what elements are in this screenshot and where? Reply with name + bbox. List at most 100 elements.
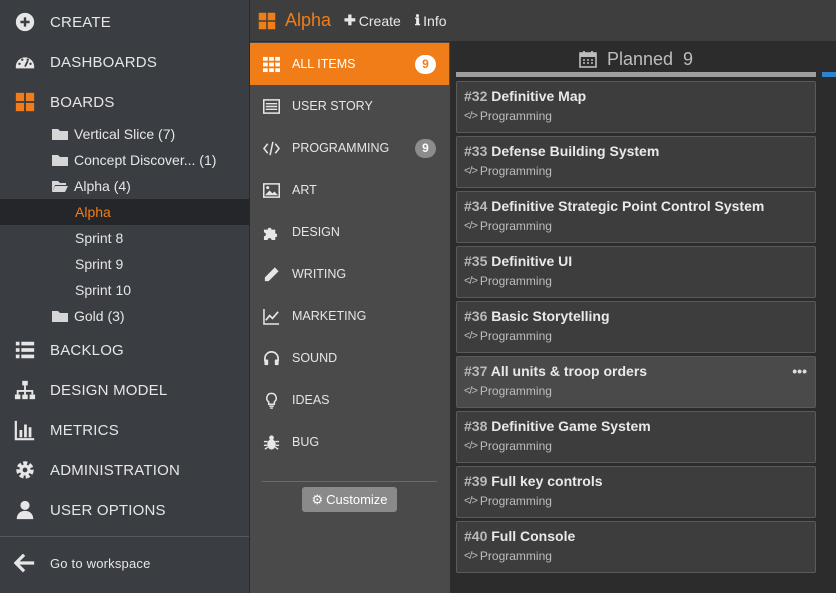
card-number: #40 bbox=[464, 528, 488, 544]
tree-item-concept-discover[interactable]: Concept Discover... (1) bbox=[0, 147, 249, 173]
code-icon: </> bbox=[464, 550, 478, 562]
card-tag: </> Programming bbox=[464, 494, 808, 508]
card-number: #33 bbox=[464, 143, 488, 159]
nav-backlog[interactable]: BACKLOG bbox=[0, 330, 249, 370]
card-number: #34 bbox=[464, 198, 488, 214]
category-design[interactable]: DESIGN bbox=[250, 211, 449, 253]
card-number: #39 bbox=[464, 473, 488, 489]
card-title-text: Defense Building System bbox=[491, 143, 660, 159]
nav-user-options[interactable]: USER OPTIONS bbox=[0, 490, 249, 530]
category-user-story[interactable]: USER STORY bbox=[250, 85, 449, 127]
code-icon: </> bbox=[464, 165, 478, 177]
boards-grid-icon bbox=[0, 91, 50, 113]
headphones-icon bbox=[250, 350, 292, 367]
customize-button[interactable]: ⚙ Customize bbox=[302, 487, 397, 512]
tree-item-alpha-folder[interactable]: Alpha (4) bbox=[0, 173, 249, 199]
create-label: Create bbox=[358, 12, 401, 29]
task-card[interactable]: #32 Definitive Map </> Programming bbox=[456, 81, 816, 133]
tree-item-label: Concept Discover... (1) bbox=[74, 152, 217, 168]
list-icon bbox=[0, 339, 50, 361]
card-number: #35 bbox=[464, 253, 488, 269]
card-title: #40 Full Console bbox=[464, 528, 808, 544]
nav-dashboards-label: DASHBOARDS bbox=[50, 53, 158, 71]
nav-backlog-label: BACKLOG bbox=[50, 341, 124, 359]
category-label: DESIGN bbox=[292, 225, 340, 239]
task-card[interactable]: #33 Defense Building System </> Programmi… bbox=[456, 136, 816, 188]
column-title: Planned bbox=[606, 48, 674, 69]
more-options-icon[interactable]: ••• bbox=[792, 363, 807, 379]
category-sound[interactable]: SOUND bbox=[250, 337, 449, 379]
card-tag: </> Programming bbox=[464, 384, 808, 398]
nav-administration[interactable]: ADMINISTRATION bbox=[0, 450, 249, 490]
category-writing[interactable]: WRITING bbox=[250, 253, 449, 295]
column-status-bar bbox=[456, 72, 816, 77]
card-title: #35 Definitive UI bbox=[464, 253, 808, 269]
card-tag-label: Programming bbox=[479, 549, 552, 563]
bar-chart-icon bbox=[0, 419, 50, 441]
card-tag-label: Programming bbox=[479, 219, 552, 233]
category-all-items[interactable]: ALL ITEMS 9 bbox=[250, 43, 449, 85]
card-title-text: Basic Storytelling bbox=[491, 308, 610, 324]
card-tag-label: Programming bbox=[479, 109, 552, 123]
tree-item-label: Vertical Slice (7) bbox=[74, 126, 176, 142]
card-title-text: All units & troop orders bbox=[490, 363, 648, 379]
task-card[interactable]: #35 Definitive UI </> Programming bbox=[456, 246, 816, 298]
create-button[interactable]: ✚ Create bbox=[344, 12, 401, 29]
category-art[interactable]: ART bbox=[250, 169, 449, 211]
next-column-status-bar bbox=[822, 72, 836, 77]
task-card[interactable]: #37 All units & troop orders </> Programm… bbox=[456, 356, 816, 408]
folder-open-icon bbox=[52, 181, 68, 192]
puzzle-icon bbox=[250, 224, 292, 241]
task-card[interactable]: #34 Definitive Strategic Point Control S… bbox=[456, 191, 816, 243]
info-icon: ℹ bbox=[414, 12, 421, 29]
nav-design-model[interactable]: DESIGN MODEL bbox=[0, 370, 249, 410]
card-title: #34 Definitive Strategic Point Control S… bbox=[464, 198, 808, 214]
card-title: #32 Definitive Map bbox=[464, 88, 808, 104]
task-card[interactable]: #36 Basic Storytelling </> Programming bbox=[456, 301, 816, 353]
nav-boards[interactable]: BOARDS bbox=[0, 82, 249, 122]
code-icon: </> bbox=[464, 275, 478, 287]
nav-metrics[interactable]: METRICS bbox=[0, 410, 249, 450]
tree-item-sprint-8[interactable]: Sprint 8 bbox=[0, 225, 249, 251]
card-title: #37 All units & troop orders bbox=[464, 363, 808, 379]
category-ideas[interactable]: IDEAS bbox=[250, 379, 449, 421]
card-title: #39 Full key controls bbox=[464, 473, 808, 489]
category-label: MARKETING bbox=[292, 309, 367, 323]
task-card[interactable]: #40 Full Console </> Programming bbox=[456, 521, 816, 573]
card-number: #36 bbox=[464, 308, 488, 324]
card-tag-label: Programming bbox=[479, 274, 552, 288]
task-card[interactable]: #38 Definitive Game System </> Programmin… bbox=[456, 411, 816, 463]
card-title-text: Full Console bbox=[491, 528, 576, 544]
card-tag-label: Programming bbox=[479, 494, 552, 508]
nav-workspace-label: Go to workspace bbox=[50, 555, 151, 571]
category-bug[interactable]: BUG bbox=[250, 421, 449, 463]
category-label: SOUND bbox=[292, 351, 338, 365]
tree-item-alpha-board[interactable]: Alpha bbox=[0, 199, 249, 225]
plus-circle-icon bbox=[0, 11, 50, 33]
column-header-planned[interactable]: Planned 9 bbox=[456, 46, 816, 72]
tree-item-gold[interactable]: Gold (3) bbox=[0, 303, 249, 329]
column-count: 9 bbox=[683, 48, 694, 69]
card-number: #32 bbox=[464, 88, 488, 104]
gear-icon: ⚙ bbox=[311, 491, 324, 507]
category-marketing[interactable]: MARKETING bbox=[250, 295, 449, 337]
folder-icon bbox=[52, 311, 68, 322]
card-title: #38 Definitive Game System bbox=[464, 418, 808, 434]
nav-administration-label: ADMINISTRATION bbox=[50, 461, 181, 479]
tree-item-sprint-9[interactable]: Sprint 9 bbox=[0, 251, 249, 277]
category-label: PROGRAMMING bbox=[292, 141, 390, 155]
nav-create[interactable]: CREATE bbox=[0, 2, 249, 42]
card-tag-label: Programming bbox=[479, 384, 552, 398]
tree-item-label: Sprint 8 bbox=[75, 230, 124, 246]
category-programming[interactable]: PROGRAMMING 9 bbox=[250, 127, 449, 169]
info-button[interactable]: ℹ Info bbox=[415, 13, 447, 29]
tree-item-label: Alpha bbox=[75, 204, 111, 220]
nav-go-to-workspace[interactable]: Go to workspace bbox=[0, 543, 249, 583]
tree-item-sprint-10[interactable]: Sprint 10 bbox=[0, 277, 249, 303]
nav-dashboards[interactable]: DASHBOARDS bbox=[0, 42, 249, 82]
tree-item-vertical-slice[interactable]: Vertical Slice (7) bbox=[0, 121, 249, 147]
task-card[interactable]: #39 Full key controls </> Programming bbox=[456, 466, 816, 518]
card-title-text: Full key controls bbox=[491, 473, 603, 489]
calendar-icon bbox=[579, 51, 597, 68]
pencil-icon bbox=[250, 266, 292, 283]
